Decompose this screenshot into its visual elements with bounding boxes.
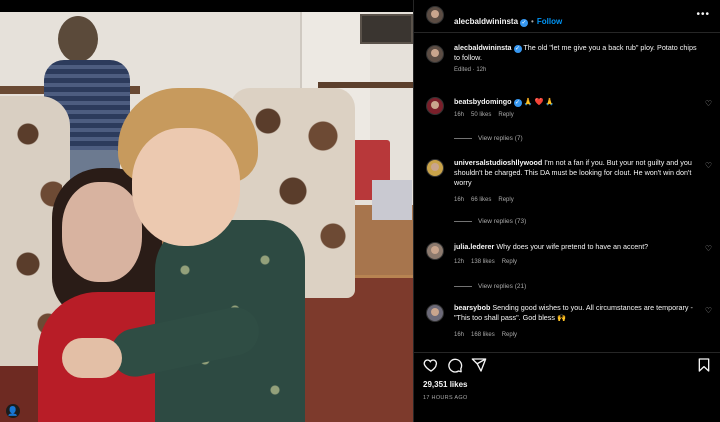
comment-likes[interactable]: 138 likes	[471, 259, 495, 265]
comment-username[interactable]: beatsbydomingo	[454, 97, 512, 106]
comment-age: 16h	[454, 332, 465, 338]
verified-badge-icon: ✓	[513, 45, 522, 53]
view-replies-button[interactable]: View replies (21)	[454, 283, 526, 290]
comment-like-heart-icon[interactable]: ♡	[705, 161, 712, 170]
comment-likes[interactable]: 66 likes	[471, 197, 491, 203]
avatar[interactable]	[426, 159, 444, 177]
verified-badge-icon: ✓	[513, 99, 522, 107]
comment-meta: 16h 66 likes Reply	[454, 197, 521, 203]
comment-meta: 12h 138 likes Reply	[454, 259, 524, 265]
photo-child-back-head	[58, 16, 98, 62]
avatar[interactable]	[426, 45, 444, 63]
comment-username[interactable]: bearsybob	[454, 303, 490, 312]
reply-button[interactable]: Reply	[502, 259, 517, 265]
photo-top-bar	[0, 0, 413, 12]
comment-icon[interactable]	[447, 357, 463, 373]
comment-like-heart-icon[interactable]: ♡	[705, 99, 712, 108]
avatar[interactable]	[426, 242, 444, 260]
photo-bag-light	[372, 180, 412, 220]
caption-meta: Edited · 12h	[454, 67, 487, 73]
comment-body: Sending good wishes to you. All circumst…	[454, 303, 693, 322]
comments-list[interactable]: alecbaldwininsta ✓ The old "let me give y…	[414, 34, 720, 352]
photo-wall-frame	[360, 14, 413, 44]
user-tag-icon[interactable]: 👤	[6, 404, 20, 418]
photo-boy-hand	[62, 338, 122, 378]
heart-icon[interactable]	[423, 357, 439, 373]
post-photo[interactable]: 👤	[0, 0, 413, 422]
comment-text: universalstudioshllywood I'm not a fan i…	[454, 158, 698, 188]
post-side-panel: alecbaldwininsta ✓ • Follow ••• alecbaldwin…	[413, 0, 720, 422]
avatar[interactable]	[426, 97, 444, 115]
comment-meta: 16h 168 likes Reply	[454, 332, 524, 338]
comment-meta: 16h 50 likes Reply	[454, 112, 521, 118]
share-icon[interactable]	[471, 357, 487, 373]
more-options-icon[interactable]: •••	[696, 9, 710, 20]
reply-button[interactable]: Reply	[498, 197, 513, 203]
comment-text: beatsbydomingo ✓ 🙏 ❤️ 🙏	[454, 97, 698, 107]
comment-age: 16h	[454, 112, 465, 118]
reply-button[interactable]: Reply	[498, 112, 513, 118]
comment-age: 16h	[454, 197, 465, 203]
photo-boy-face	[132, 128, 240, 246]
avatar[interactable]	[426, 6, 444, 24]
comment-body: Why does your wife pretend to have an ac…	[496, 242, 649, 251]
comment-body: 🙏 ❤️ 🙏	[523, 97, 555, 106]
likes-count[interactable]: 29,351 likes	[423, 380, 467, 389]
post-timestamp: 17 HOURS AGO	[423, 395, 468, 401]
view-replies-button[interactable]: View replies (73)	[454, 218, 526, 225]
comment-likes[interactable]: 50 likes	[471, 112, 491, 118]
reply-button[interactable]: Reply	[502, 332, 517, 338]
comment-username[interactable]: julia.lederer	[454, 242, 494, 251]
comment-age: 12h	[454, 259, 465, 265]
comment-likes[interactable]: 168 likes	[471, 332, 495, 338]
bookmark-icon[interactable]	[696, 357, 712, 373]
comment-text: bearsybob Sending good wishes to you. Al…	[454, 303, 698, 323]
view-replies-button[interactable]: View replies (7)	[454, 135, 523, 142]
caption-username[interactable]: alecbaldwininsta	[454, 43, 512, 52]
verified-badge-icon: ✓	[520, 19, 529, 27]
comment-like-heart-icon[interactable]: ♡	[705, 244, 712, 253]
post-header: alecbaldwininsta ✓ • Follow •••	[414, 0, 720, 33]
post-actions: 29,351 likes 17 HOURS AGO	[414, 352, 720, 422]
comment-text: julia.lederer Why does your wife pretend…	[454, 242, 698, 252]
caption-text: alecbaldwininsta ✓ The old "let me give y…	[454, 43, 698, 63]
header-separator: •	[531, 17, 534, 26]
follow-button[interactable]: Follow	[537, 17, 562, 26]
header-username[interactable]: alecbaldwininsta	[454, 17, 518, 26]
comment-username[interactable]: universalstudioshllywood	[454, 158, 542, 167]
header-user-line: alecbaldwininsta ✓ • Follow	[454, 11, 562, 29]
avatar[interactable]	[426, 304, 444, 322]
photo-woman-face	[62, 182, 142, 282]
comment-like-heart-icon[interactable]: ♡	[705, 306, 712, 315]
